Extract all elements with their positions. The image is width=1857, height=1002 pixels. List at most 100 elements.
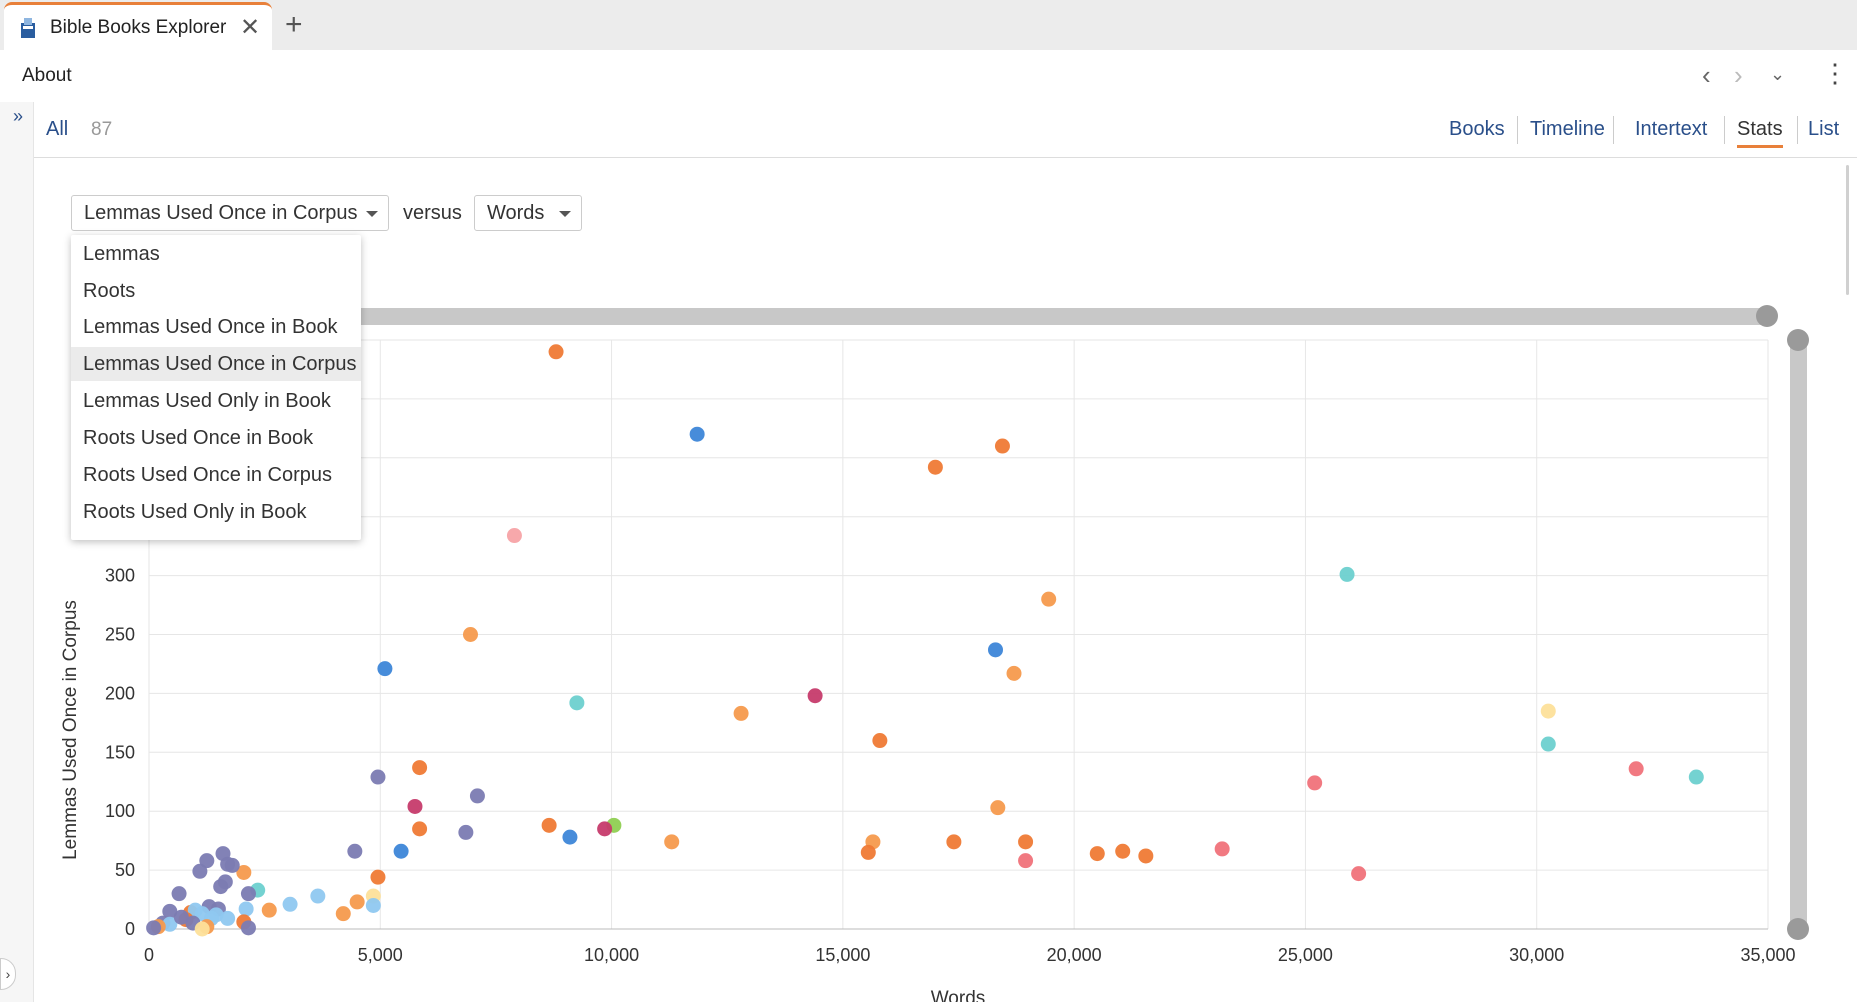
x-tick-label: 20,000 [1047, 945, 1102, 965]
data-point [194, 921, 210, 937]
bible-app-icon [21, 18, 35, 38]
data-point [412, 821, 428, 837]
data-point [1089, 846, 1105, 862]
x-range-slider-handle [1756, 305, 1778, 327]
option-roots[interactable]: Roots [71, 274, 361, 308]
data-point [872, 733, 888, 749]
forward-arrow-icon[interactable]: › [1734, 60, 1743, 91]
caret-down-icon [559, 211, 571, 217]
data-point [370, 769, 386, 785]
data-point [1307, 775, 1323, 791]
data-point [506, 528, 522, 544]
chevron-down-icon[interactable]: ⌄ [1770, 64, 1785, 85]
data-point [1018, 834, 1034, 850]
data-point [310, 888, 326, 904]
data-point [469, 788, 485, 804]
option-roots-only-in-book[interactable]: Roots Used Only in Book [71, 495, 361, 529]
y-tick-label: 100 [105, 801, 135, 821]
tab-divider [1613, 116, 1614, 144]
data-point [1115, 843, 1131, 859]
back-arrow-icon[interactable]: ‹ [1702, 60, 1711, 91]
data-point [1339, 566, 1355, 582]
data-point [192, 863, 208, 879]
option-lemmas[interactable]: Lemmas [71, 237, 361, 271]
data-point [988, 642, 1004, 658]
data-point [146, 920, 162, 936]
data-point [569, 695, 585, 711]
data-point [541, 817, 557, 833]
option-lemmas-once-in-book[interactable]: Lemmas Used Once in Book [71, 310, 361, 344]
tab-stats[interactable]: Stats [1737, 118, 1783, 148]
option-lemmas-only-in-book[interactable]: Lemmas Used Only in Book [71, 384, 361, 418]
option-roots-once-in-corpus[interactable]: Roots Used Once in Corpus [71, 458, 361, 492]
tab-timeline[interactable]: Timeline [1530, 118, 1605, 141]
more-options-icon[interactable]: ⋮ [1822, 60, 1848, 86]
y-tick-label: 250 [105, 625, 135, 645]
data-point [240, 886, 256, 902]
data-point [562, 829, 578, 845]
y-range-slider-top-handle [1787, 329, 1809, 351]
data-point [261, 902, 277, 918]
data-point [335, 906, 351, 922]
data-point [807, 688, 823, 704]
filter-all-link[interactable]: All [46, 118, 68, 141]
data-point [458, 824, 474, 840]
data-point [990, 800, 1006, 816]
tab-books[interactable]: Books [1449, 118, 1505, 141]
x-tick-label: 35,000 [1740, 945, 1795, 965]
y-tick-label: 0 [125, 919, 135, 939]
data-point [597, 821, 613, 837]
x-tick-label: 5,000 [358, 945, 403, 965]
y-metric-select[interactable]: Lemmas Used Once in Corpus [71, 195, 389, 231]
x-tick-label: 15,000 [815, 945, 870, 965]
data-point [1540, 703, 1556, 719]
x-tick-label: 30,000 [1509, 945, 1564, 965]
x-axis-ticks: 0 5,000 10,000 15,000 20,000 25,000 30,000 35,0… [144, 945, 1796, 965]
y-range-slider-track [1790, 335, 1807, 935]
toolbar: About ‹ › ⌄ ⋮ [0, 50, 1857, 103]
data-point [860, 844, 876, 860]
data-point [282, 896, 298, 912]
expand-sidebar-icon[interactable]: » [13, 106, 23, 127]
data-point [927, 459, 943, 475]
tab-intertext[interactable]: Intertext [1635, 118, 1707, 141]
y-axis-label: Lemmas Used Once in Corpus [60, 600, 81, 860]
data-point [1138, 848, 1154, 864]
about-menu[interactable]: About [22, 65, 72, 87]
data-point [224, 857, 240, 873]
option-lemmas-once-in-corpus[interactable]: Lemmas Used Once in Corpus [71, 347, 361, 381]
data-point [173, 909, 189, 925]
tab-list[interactable]: List [1808, 118, 1839, 141]
tab-divider [1797, 116, 1798, 144]
data-point [412, 760, 428, 776]
close-tab-icon[interactable]: ✕ [240, 13, 260, 42]
range-sliders [324, 305, 1809, 940]
left-sidebar-rail: » [0, 102, 34, 1002]
data-point [349, 894, 365, 910]
option-roots-once-in-book[interactable]: Roots Used Once in Book [71, 421, 361, 455]
data-point [1540, 736, 1556, 752]
x-metric-value: Words [487, 202, 545, 224]
data-point [365, 897, 381, 913]
data-point [733, 705, 749, 721]
data-point [370, 869, 386, 885]
data-point [994, 438, 1010, 454]
data-point [171, 886, 187, 902]
x-metric-select[interactable]: Words [474, 195, 582, 231]
x-axis-label: Words [931, 988, 986, 1002]
tab-title: Bible Books Explorer [50, 17, 227, 38]
data-point [462, 627, 478, 642]
data-point [407, 798, 423, 814]
data-point [1628, 761, 1644, 777]
new-tab-button[interactable]: + [285, 8, 303, 42]
data-point [689, 426, 705, 442]
data-point [347, 843, 363, 859]
tab-bible-books-explorer[interactable]: Bible Books Explorer ✕ [4, 2, 272, 50]
data-point [1041, 591, 1057, 607]
data-point [238, 901, 254, 917]
x-tick-label: 0 [144, 945, 154, 965]
tab-divider [1724, 116, 1725, 144]
browser-tab-bar: Bible Books Explorer ✕ + [0, 0, 1857, 50]
data-point [240, 920, 256, 936]
y-range-slider-bottom-handle [1787, 918, 1809, 940]
